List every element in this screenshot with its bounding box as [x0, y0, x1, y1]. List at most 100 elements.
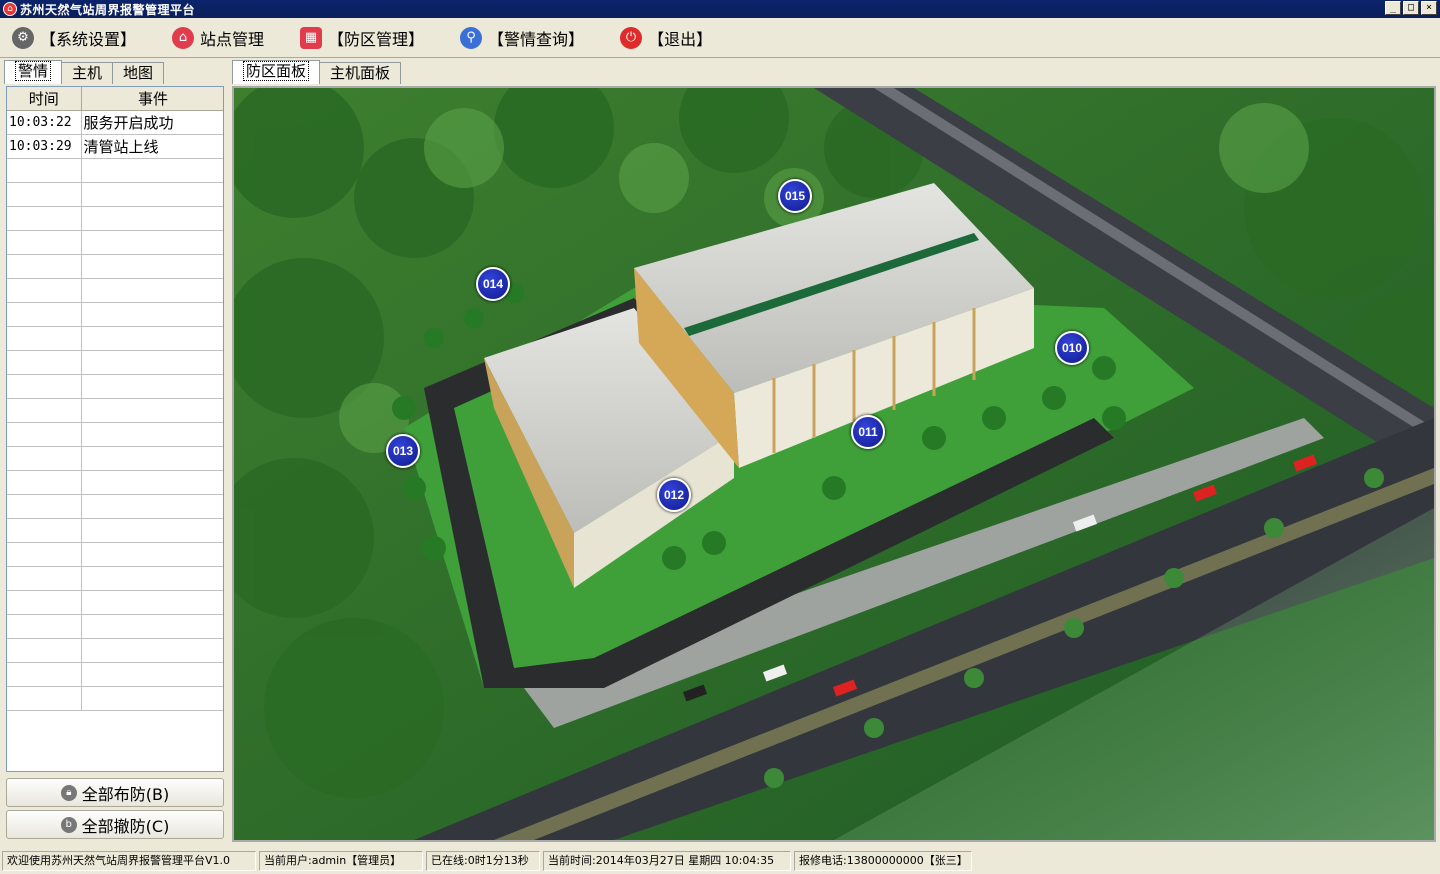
tab-hosts[interactable]: 主机	[61, 62, 114, 84]
empty-cell	[7, 398, 82, 423]
zone-marker-015[interactable]: 015	[778, 179, 812, 213]
empty-table-row	[7, 422, 223, 447]
minimize-button[interactable]: _	[1385, 1, 1401, 15]
site-map: 015 014 010 011 013 012	[232, 86, 1436, 842]
empty-cell	[81, 686, 223, 711]
event-list: 时间 事件 10:03:22 服务开启成功 10:03:29 清管站上线 ◀ ◀…	[6, 86, 224, 772]
empty-cell	[81, 422, 223, 447]
empty-table-row	[7, 374, 223, 399]
empty-cell	[81, 638, 223, 663]
event-text: 服务开启成功	[81, 110, 223, 135]
column-header-event[interactable]: 事件	[81, 87, 223, 111]
empty-table-row	[7, 638, 223, 663]
empty-cell	[7, 302, 82, 327]
arm-all-button[interactable]: 🔒︎ 全部布防(B)	[6, 778, 224, 807]
empty-cell	[7, 326, 82, 351]
empty-cell	[7, 542, 82, 567]
empty-table-row	[7, 350, 223, 375]
search-icon: ⚲	[460, 26, 483, 49]
event-table: 时间 事件 10:03:22 服务开启成功 10:03:29 清管站上线	[7, 87, 223, 711]
empty-table-row	[7, 302, 223, 327]
empty-table-row	[7, 686, 223, 711]
empty-cell	[81, 614, 223, 639]
window-controls: _ □ ×	[1385, 1, 1437, 15]
tab-zone-panel[interactable]: 防区面板	[232, 60, 321, 84]
tab-alarms[interactable]: 警情	[4, 60, 63, 84]
empty-cell	[7, 254, 82, 279]
tab-host-panel[interactable]: 主机面板	[319, 62, 402, 84]
station-management-label: 站点管理	[200, 29, 265, 49]
empty-table-row	[7, 470, 223, 495]
empty-table-row	[7, 182, 223, 207]
title-bar: ⌂ 苏州天然气站周界报警管理平台 _ □ ×	[0, 0, 1440, 18]
empty-cell	[81, 518, 223, 543]
empty-cell	[81, 494, 223, 519]
station-management-button[interactable]: ⌂ 站点管理	[172, 22, 264, 54]
disarm-all-button[interactable]: b 全部撤防(C)	[6, 810, 224, 839]
zone-marker-012[interactable]: 012	[657, 478, 691, 512]
empty-table-row	[7, 446, 223, 471]
empty-cell	[81, 542, 223, 567]
column-header-time[interactable]: 时间	[7, 87, 82, 111]
close-button[interactable]: ×	[1421, 1, 1437, 15]
power-icon: ⏻	[620, 26, 643, 49]
zone-marker-013[interactable]: 013	[386, 434, 420, 468]
empty-cell	[7, 590, 82, 615]
empty-table-row	[7, 590, 223, 615]
alarm-query-button[interactable]: ⚲ 【警情查询】	[460, 22, 584, 54]
status-welcome: 欢迎使用苏州天然气站周界报警管理平台V1.0	[2, 851, 256, 871]
status-bar: 欢迎使用苏州天然气站周界报警管理平台V1.0 当前用户:admin【管理员】 已…	[0, 848, 1440, 874]
empty-cell	[81, 374, 223, 399]
empty-cell	[7, 230, 82, 255]
empty-cell	[7, 662, 82, 687]
left-tabs: 警情 主机 地图	[4, 60, 226, 84]
exit-button[interactable]: ⏻ 【退出】	[620, 22, 712, 54]
maximize-button[interactable]: □	[1403, 1, 1419, 15]
table-row[interactable]: 10:03:22 服务开启成功	[7, 110, 223, 135]
empty-cell	[7, 446, 82, 471]
zone-marker-010[interactable]: 010	[1055, 331, 1089, 365]
empty-cell	[7, 350, 82, 375]
empty-table-row	[7, 518, 223, 543]
arm-all-label: 全部布防(B)	[81, 784, 170, 804]
left-panel: 警情 主机 地图 时间 事件 10:03:22 服务开启成功 10:03:29 …	[4, 60, 226, 846]
empty-table-row	[7, 326, 223, 351]
zone-marker-011[interactable]: 011	[851, 415, 885, 449]
empty-cell	[81, 182, 223, 207]
event-text: 清管站上线	[81, 134, 223, 159]
home-icon: ⌂	[172, 26, 195, 49]
empty-cell	[81, 446, 223, 471]
disarm-all-label: 全部撤防(C)	[81, 816, 170, 836]
empty-cell	[7, 614, 82, 639]
empty-table-row	[7, 158, 223, 183]
empty-table-row	[7, 398, 223, 423]
zone-management-button[interactable]: ▦ 【防区管理】	[300, 22, 424, 54]
empty-cell	[7, 518, 82, 543]
zone-management-label: 【防区管理】	[328, 29, 425, 49]
zone-marker-014[interactable]: 014	[476, 267, 510, 301]
exit-label: 【退出】	[648, 29, 713, 49]
system-settings-label: 【系统设置】	[40, 29, 137, 49]
tab-map[interactable]: 地图	[112, 62, 165, 84]
site-aerial-image	[234, 88, 1434, 840]
empty-table-row	[7, 614, 223, 639]
empty-table-row	[7, 278, 223, 303]
empty-cell	[81, 254, 223, 279]
table-row[interactable]: 10:03:29 清管站上线	[7, 134, 223, 159]
empty-cell	[7, 374, 82, 399]
empty-cell	[7, 278, 82, 303]
toolbar: ⚙ 【系统设置】 ⌂ 站点管理 ▦ 【防区管理】 ⚲ 【警情查询】 ⏻ 【退出】	[0, 18, 1440, 58]
main-tabs: 防区面板 主机面板	[230, 60, 1440, 84]
empty-cell	[81, 566, 223, 591]
app-icon: ⌂	[3, 2, 17, 16]
system-settings-button[interactable]: ⚙ 【系统设置】	[12, 22, 136, 54]
window-title: 苏州天然气站周界报警管理平台	[20, 2, 196, 17]
empty-cell	[81, 158, 223, 183]
status-online: 已在线:0时1分13秒	[426, 851, 540, 871]
event-time: 10:03:29	[7, 134, 82, 159]
empty-cell	[81, 662, 223, 687]
status-repair-phone: 报修电话:13800000000【张三】	[794, 851, 972, 871]
empty-table-row	[7, 206, 223, 231]
grid-icon: ▦	[300, 26, 323, 49]
alarm-query-label: 【警情查询】	[488, 29, 585, 49]
